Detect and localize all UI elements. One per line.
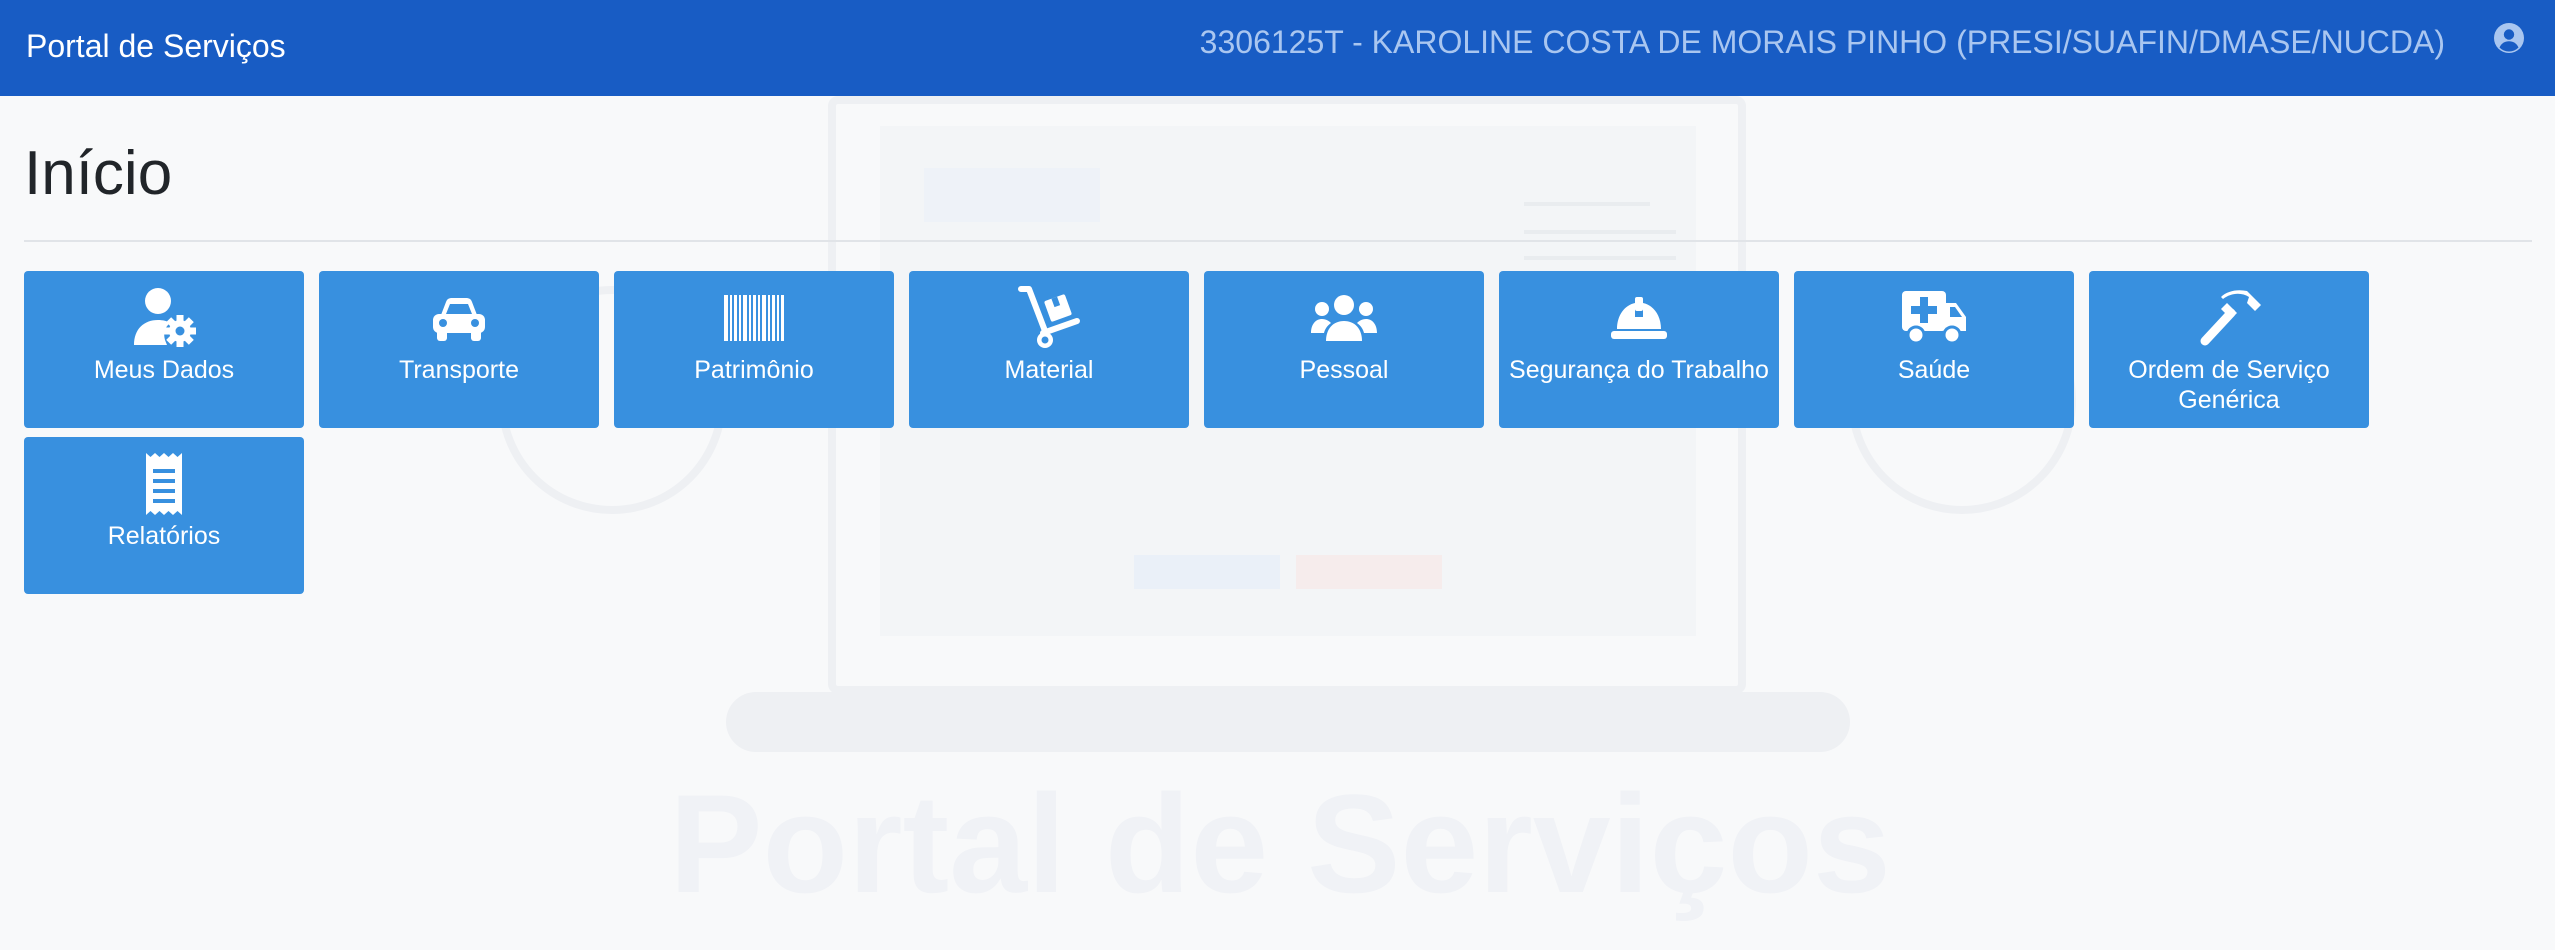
tile-label: Patrimônio [694, 356, 814, 384]
tile-label: Material [1004, 356, 1094, 384]
user-account-link[interactable]: 3306125T - KAROLINE COSTA DE MORAIS PINH… [1200, 24, 2445, 61]
users-icon [1310, 285, 1378, 351]
background-illustration: Portal de Serviços [498, 96, 2076, 922]
tile-label: Segurança do Trabalho [1509, 356, 1769, 384]
hand-truck-icon [1015, 285, 1083, 351]
tile-material[interactable]: Material [909, 271, 1189, 428]
tile-label: Transporte [399, 356, 519, 384]
background-watermark-text: Portal de Serviços [669, 765, 1891, 922]
tile-ordem-de-servico-generica[interactable]: Ordem de Serviço Genérica [2089, 271, 2369, 428]
tile-label: Ordem de Serviço Genérica [2128, 356, 2330, 414]
car-icon [425, 285, 493, 351]
user-gear-icon [130, 285, 198, 351]
tile-label: Saúde [1897, 356, 1971, 384]
brand-link[interactable]: Portal de Serviços [26, 28, 286, 65]
tile-seguranca-do-trabalho[interactable]: Segurança do Trabalho [1499, 271, 1779, 428]
ambulance-icon [1900, 285, 1968, 351]
tile-patrimonio[interactable]: Patrimônio [614, 271, 894, 428]
tile-saude[interactable]: Saúde [1794, 271, 2074, 428]
hammer-icon [2195, 285, 2263, 351]
tile-label: Pessoal [1299, 356, 1389, 384]
tile-label: Meus Dados [93, 356, 235, 384]
user-circle-icon[interactable] [2493, 22, 2525, 54]
hard-hat-icon [1605, 285, 1673, 351]
tile-meus-dados[interactable]: Meus Dados [24, 271, 304, 428]
top-navbar: Portal de Serviços 3306125T - KAROLINE C… [0, 0, 2555, 96]
tile-label: Relatórios [107, 522, 221, 550]
barcode-icon [720, 285, 788, 351]
title-divider [24, 240, 2532, 242]
tile-transporte[interactable]: Transporte [319, 271, 599, 428]
page-title: Início [24, 139, 173, 208]
tile-pessoal[interactable]: Pessoal [1204, 271, 1484, 428]
receipt-icon [130, 451, 198, 517]
tile-relatorios[interactable]: Relatórios [24, 437, 304, 594]
